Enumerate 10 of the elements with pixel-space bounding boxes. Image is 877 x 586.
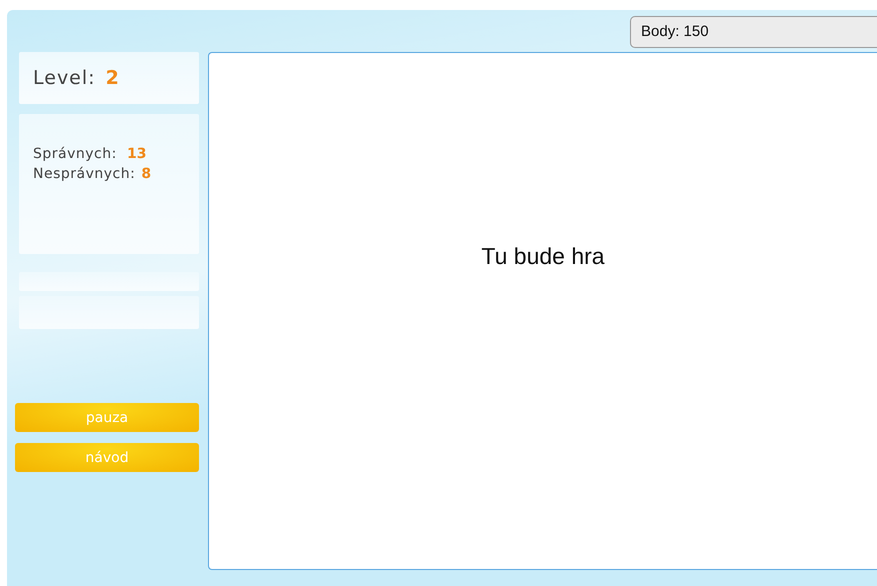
menu-button[interactable]: návod: [15, 443, 199, 472]
stat-value: 13: [127, 145, 146, 164]
stat-label: Nesprávnych:: [33, 165, 136, 184]
menu-button[interactable]: pauza: [15, 403, 199, 432]
level-label: Level:: [33, 67, 96, 89]
game-placeholder-text: Tu bude hra: [481, 243, 605, 271]
stat-value: 8: [141, 165, 152, 184]
stat-label: Správnych:: [33, 145, 118, 164]
level-value: 2: [106, 67, 119, 89]
score-field: Body: 150: [630, 16, 877, 48]
